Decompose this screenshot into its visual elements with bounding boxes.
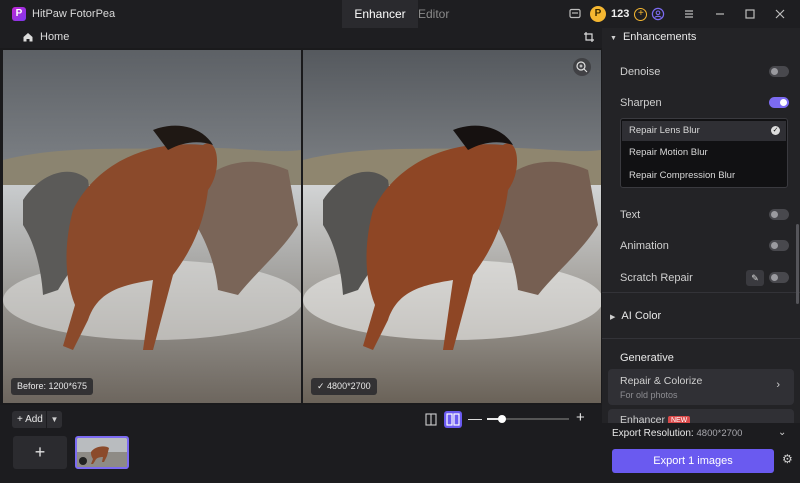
sharpen-options-dropdown[interactable]: Repair Lens Blur ✓ Repair Motion Blur Rep… [620, 118, 788, 188]
option-repair-motion-blur[interactable]: Repair Motion Blur [622, 143, 786, 163]
export-resolution: Export Resolution: 4800*2700 [612, 428, 742, 439]
repair-colorize-card[interactable]: Repair & Colorize For old photos › [608, 369, 794, 405]
check-icon: ✓ [771, 126, 780, 135]
single-view-icon[interactable] [422, 411, 440, 428]
minimize-icon[interactable] [713, 7, 727, 21]
menu-icon[interactable] [682, 7, 696, 21]
animation-toggle[interactable] [769, 240, 789, 251]
chevron-right-icon: › [776, 379, 780, 391]
app-title: HitPaw FotorPea [32, 8, 116, 20]
title-bar: P HitPaw FotorPea Enhancer Editor P 123 … [0, 0, 800, 28]
coin-icon: P [590, 6, 606, 22]
image-thumbnail[interactable] [75, 436, 129, 469]
denoise-toggle[interactable] [769, 66, 789, 77]
add-image-tile[interactable]: + [13, 436, 67, 469]
repair-colorize-title: Repair & Colorize [620, 375, 703, 387]
zoom-out-button[interactable]: — [468, 410, 482, 426]
generative-title: Generative [620, 352, 674, 364]
magic-wand-icon[interactable]: ✎ [746, 270, 764, 286]
close-icon[interactable] [773, 7, 787, 21]
after-image[interactable]: ✓ 4800*2700 [303, 50, 601, 403]
maximize-icon[interactable] [743, 7, 757, 21]
home-link[interactable]: Home [40, 31, 69, 43]
tab-editor[interactable]: Editor [418, 0, 449, 28]
add-credits-icon[interactable]: + [634, 7, 648, 21]
ai-color-header[interactable]: ▶ AI Color [610, 310, 661, 322]
option-repair-lens-blur[interactable]: Repair Lens Blur ✓ [622, 121, 786, 141]
option-repair-compression-blur[interactable]: Repair Compression Blur [622, 166, 786, 186]
after-resolution: 4800*2700 [327, 381, 371, 391]
chevron-double-down-icon[interactable]: ⌄ [778, 427, 786, 438]
message-icon[interactable] [568, 7, 582, 21]
caret-down-icon: ▼ [610, 35, 617, 42]
app-logo-icon: P [12, 7, 26, 21]
option-label: Repair Lens Blur [629, 125, 700, 136]
caret-right-icon: ▶ [610, 314, 616, 321]
split-view-icon[interactable] [444, 411, 462, 428]
panel-scrollbar[interactable] [796, 224, 799, 304]
home-icon[interactable] [22, 31, 34, 43]
chevron-down-icon[interactable]: ▼ [46, 411, 62, 428]
gear-icon[interactable]: ⚙ [782, 453, 794, 465]
account-icon[interactable] [651, 7, 665, 21]
credit-count: 123 [611, 8, 630, 20]
export-bar: Export Resolution: 4800*2700 ⌄ Export 1 … [602, 423, 800, 483]
divider [602, 292, 800, 293]
zoom-slider-knob[interactable] [497, 415, 506, 423]
text-toggle[interactable] [769, 209, 789, 220]
crop-icon[interactable] [583, 31, 595, 43]
tab-enhancer[interactable]: Enhancer [342, 0, 418, 28]
denoise-label: Denoise [620, 66, 661, 78]
before-badge: Before: 1200*675 [11, 378, 94, 395]
divider [602, 338, 800, 339]
credits[interactable]: P 123 + [590, 5, 648, 23]
bottom-bar: + Add ▼ + — + [0, 405, 602, 483]
zoom-in-icon[interactable] [573, 58, 591, 76]
export-resolution-label: Export Resolution: [612, 428, 694, 439]
sub-toolbar: Home [0, 28, 602, 48]
export-resolution-value: 4800*2700 [696, 428, 743, 439]
enhancements-title: Enhancements [622, 31, 697, 43]
animation-label: Animation [620, 240, 669, 252]
info-icon[interactable] [79, 457, 87, 465]
export-button[interactable]: Export 1 images [612, 449, 774, 473]
sharpen-label: Sharpen [620, 97, 662, 109]
scratch-repair-label: Scratch Repair [620, 272, 693, 284]
scratch-repair-toggle[interactable] [769, 272, 789, 283]
settings-panel: ▼ Enhancements Denoise Sharpen Repair Len… [602, 28, 800, 483]
text-label: Text [620, 209, 641, 221]
before-image[interactable]: Before: 1200*675 [3, 50, 301, 403]
add-label: Add [25, 414, 43, 425]
enhancer-card[interactable]: Enhancer NEW [608, 409, 794, 426]
enhancements-header[interactable]: ▼ Enhancements [610, 31, 696, 43]
after-badge: ✓ 4800*2700 [311, 378, 377, 395]
zoom-slider[interactable] [487, 415, 569, 423]
ai-color-title: AI Color [621, 310, 662, 322]
repair-colorize-subtitle: For old photos [620, 390, 678, 400]
zoom-in-button[interactable]: + [576, 409, 585, 426]
sharpen-toggle[interactable] [769, 97, 789, 108]
